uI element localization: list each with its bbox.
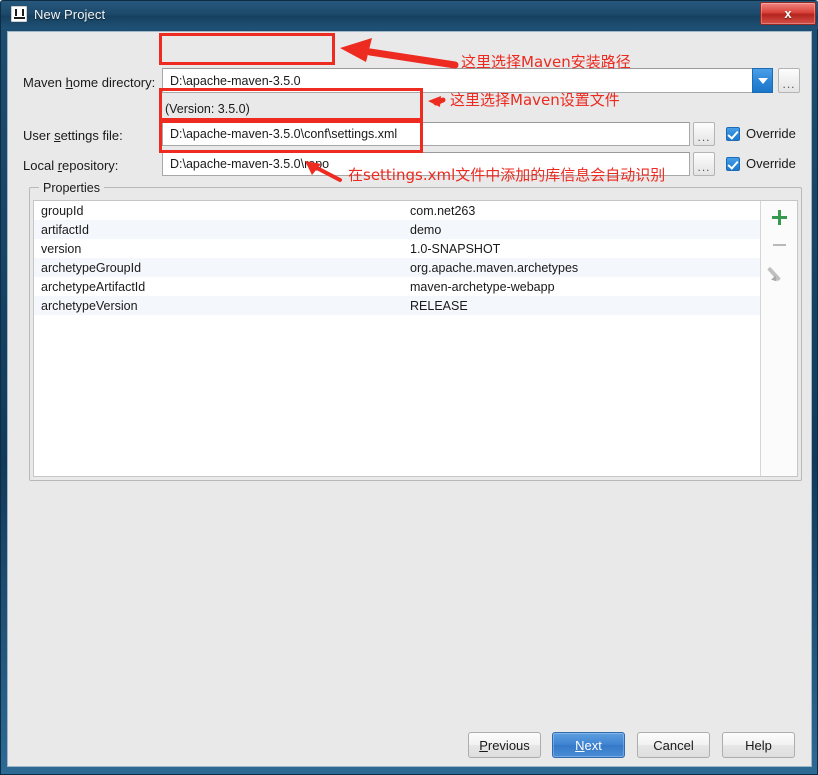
table-row[interactable]: artifactId demo bbox=[34, 220, 760, 239]
close-icon: x bbox=[784, 6, 792, 21]
property-value-cell: demo bbox=[410, 222, 442, 237]
properties-table-toolbar bbox=[760, 201, 797, 476]
minus-icon[interactable] bbox=[770, 236, 788, 254]
local-repository-label: Local repository: bbox=[23, 158, 119, 173]
property-key-cell: groupId bbox=[41, 203, 84, 218]
table-row[interactable]: groupId com.net263 bbox=[34, 201, 760, 220]
dialog-content: Maven home directory: D:\apache-maven-3.… bbox=[7, 31, 812, 767]
screenshot-root: New Project x Maven home directory: D:\a… bbox=[0, 0, 818, 775]
table-row[interactable]: archetypeGroupId org.apache.maven.archety… bbox=[34, 258, 760, 277]
plus-icon[interactable] bbox=[770, 208, 788, 226]
new-project-dialog-window: New Project x Maven home directory: D:\a… bbox=[0, 0, 818, 775]
checkbox-checked-icon bbox=[726, 126, 740, 141]
properties-table: groupId com.net263 artifactId demo version 1.… bbox=[33, 200, 798, 477]
local-repository-override-checkbox[interactable]: Override bbox=[726, 156, 796, 171]
property-value-cell: org.apache.maven.archetypes bbox=[410, 260, 579, 275]
table-row[interactable]: archetypeArtifactId maven-archetype-webap… bbox=[34, 277, 760, 296]
property-value-cell: maven-archetype-webapp bbox=[410, 279, 555, 294]
help-button[interactable]: Help bbox=[722, 732, 795, 758]
local-repository-input[interactable]: D:\apache-maven-3.5.0\repo bbox=[162, 152, 690, 176]
title-bar-left: New Project bbox=[11, 6, 105, 22]
previous-button[interactable]: Previous bbox=[468, 732, 541, 758]
maven-version-note: (Version: 3.5.0) bbox=[165, 102, 250, 116]
property-value-cell: com.net263 bbox=[410, 203, 476, 218]
properties-table-body[interactable]: groupId com.net263 artifactId demo version 1.… bbox=[34, 201, 760, 476]
property-key-cell: artifactId bbox=[41, 222, 89, 237]
user-settings-override-checkbox[interactable]: Override bbox=[726, 126, 796, 141]
maven-home-browse-button[interactable]: ... bbox=[778, 68, 800, 93]
close-button[interactable]: x bbox=[760, 2, 816, 25]
property-value-cell: RELEASE bbox=[410, 298, 468, 313]
user-settings-override-label: Override bbox=[746, 126, 796, 141]
property-key-cell: archetypeGroupId bbox=[41, 260, 142, 275]
property-key-cell: archetypeVersion bbox=[41, 298, 138, 313]
pencil-icon[interactable] bbox=[770, 264, 788, 282]
title-bar: New Project x bbox=[1, 1, 818, 29]
user-settings-input[interactable]: D:\apache-maven-3.5.0\conf\settings.xml bbox=[162, 122, 690, 146]
chevron-down-icon bbox=[757, 77, 768, 84]
intellij-idea-icon bbox=[11, 6, 27, 22]
maven-home-dropdown-toggle[interactable] bbox=[752, 68, 773, 93]
window-title: New Project bbox=[34, 6, 106, 22]
properties-group-title: Properties bbox=[39, 181, 104, 195]
maven-home-label: Maven home directory: bbox=[23, 75, 156, 90]
table-row[interactable]: version 1.0-SNAPSHOT bbox=[34, 239, 760, 258]
checkbox-checked-icon bbox=[726, 156, 740, 171]
table-row[interactable]: archetypeVersion RELEASE bbox=[34, 296, 760, 315]
property-key-cell: version bbox=[41, 241, 82, 256]
cancel-button[interactable]: Cancel bbox=[637, 732, 710, 758]
user-settings-label: User settings file: bbox=[23, 128, 123, 143]
property-value-cell: 1.0-SNAPSHOT bbox=[410, 241, 501, 256]
local-repository-browse-button[interactable]: ... bbox=[693, 152, 715, 176]
next-button[interactable]: Next bbox=[552, 732, 625, 758]
local-repository-override-label: Override bbox=[746, 156, 796, 171]
user-settings-browse-button[interactable]: ... bbox=[693, 122, 715, 146]
property-key-cell: archetypeArtifactId bbox=[41, 279, 146, 294]
maven-home-input[interactable]: D:\apache-maven-3.5.0 bbox=[162, 68, 753, 93]
